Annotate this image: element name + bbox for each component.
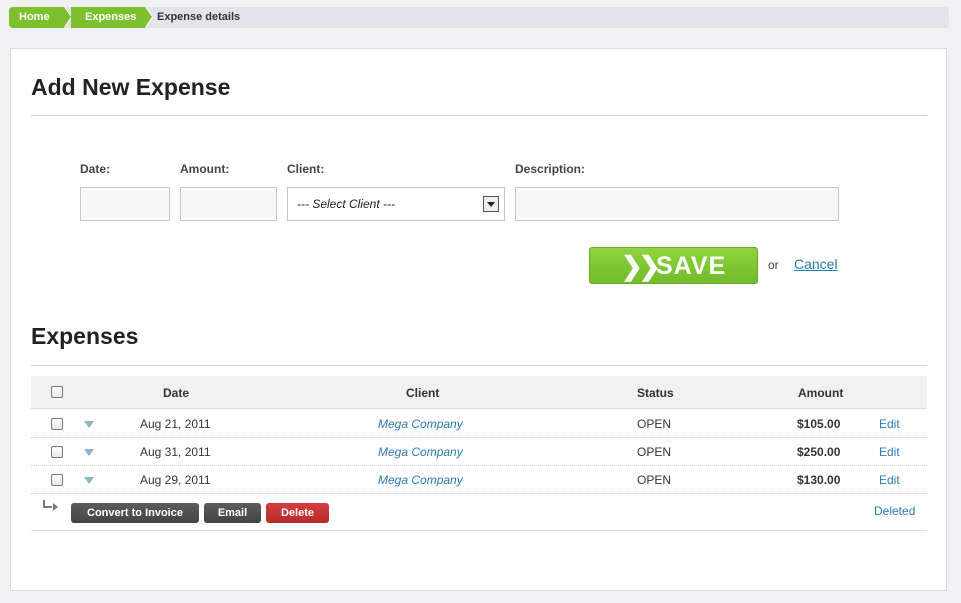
row-amount: $250.00 xyxy=(797,445,841,459)
row-amount: $105.00 xyxy=(797,417,841,431)
client-label: Client: xyxy=(287,162,325,176)
expand-arrow-icon[interactable] xyxy=(84,449,94,456)
row-date: Aug 31, 2011 xyxy=(140,445,211,459)
breadcrumb-arrow xyxy=(64,7,71,27)
expand-arrow-icon[interactable] xyxy=(84,477,94,484)
row-status: OPEN xyxy=(637,473,672,487)
breadcrumb-arrow xyxy=(145,7,152,27)
row-date: Aug 29, 2011 xyxy=(140,473,211,487)
table-row: Aug 29, 2011 Mega Company OPEN $130.00 E… xyxy=(31,466,927,494)
breadcrumb-expenses-link[interactable]: Expenses xyxy=(71,7,145,28)
row-checkbox[interactable] xyxy=(51,474,63,486)
dropdown-arrow-icon[interactable] xyxy=(483,196,499,212)
row-checkbox[interactable] xyxy=(51,418,63,430)
email-button[interactable]: Email xyxy=(204,503,261,523)
row-client-link[interactable]: Mega Company xyxy=(378,473,463,487)
breadcrumb-home-link[interactable]: Home xyxy=(9,7,64,28)
column-header-amount[interactable]: Amount xyxy=(798,386,843,400)
corner-arrow-icon xyxy=(43,500,58,511)
table-row: Aug 21, 2011 Mega Company OPEN $105.00 E… xyxy=(31,410,927,438)
divider xyxy=(31,365,927,366)
or-text: or xyxy=(768,258,779,272)
expenses-title: Expenses xyxy=(31,323,139,349)
description-field[interactable] xyxy=(515,187,839,221)
amount-label: Amount: xyxy=(180,162,230,176)
row-client-link[interactable]: Mega Company xyxy=(378,445,463,459)
column-header-client[interactable]: Client xyxy=(406,386,439,400)
column-header-status[interactable]: Status xyxy=(637,386,674,400)
delete-button[interactable]: Delete xyxy=(266,503,329,523)
table-header: Date Client Status Amount xyxy=(31,376,927,409)
convert-to-invoice-button[interactable]: Convert to Invoice xyxy=(71,503,199,523)
deleted-expenses-link[interactable]: Deleted xyxy=(874,504,915,518)
row-client-link[interactable]: Mega Company xyxy=(378,417,463,431)
row-edit-link[interactable]: Edit xyxy=(879,473,900,487)
divider xyxy=(31,115,927,116)
double-chevron-right-icon: ❯❯ xyxy=(621,251,661,281)
bulk-actions-bar: Convert to Invoice Email Delete Deleted xyxy=(31,494,927,531)
select-all-checkbox[interactable] xyxy=(51,386,63,398)
add-expense-title: Add New Expense xyxy=(31,74,231,100)
main-panel: Add New Expense Date: Amount: Client: De… xyxy=(10,48,947,591)
date-field[interactable] xyxy=(80,187,170,221)
table-row: Aug 31, 2011 Mega Company OPEN $250.00 E… xyxy=(31,438,927,466)
row-status: OPEN xyxy=(637,445,672,459)
client-select[interactable]: --- Select Client --- xyxy=(287,187,505,221)
breadcrumb: Home Expenses Expense details xyxy=(9,7,949,28)
breadcrumb-current: Expense details xyxy=(157,11,241,23)
expand-arrow-icon[interactable] xyxy=(84,421,94,428)
date-label: Date: xyxy=(80,162,111,176)
row-amount: $130.00 xyxy=(797,473,841,487)
row-status: OPEN xyxy=(637,417,672,431)
row-edit-link[interactable]: Edit xyxy=(879,417,900,431)
row-date: Aug 21, 2011 xyxy=(140,417,211,431)
amount-field[interactable] xyxy=(180,187,277,221)
row-checkbox[interactable] xyxy=(51,446,63,458)
row-edit-link[interactable]: Edit xyxy=(879,445,900,459)
cancel-link[interactable]: Cancel xyxy=(794,256,838,272)
column-header-date[interactable]: Date xyxy=(163,386,189,400)
save-button-label: SAVE xyxy=(656,252,727,280)
save-button[interactable]: ❯❯ SAVE xyxy=(589,247,758,284)
description-label: Description: xyxy=(515,162,586,176)
client-select-value: --- Select Client --- xyxy=(297,197,396,211)
